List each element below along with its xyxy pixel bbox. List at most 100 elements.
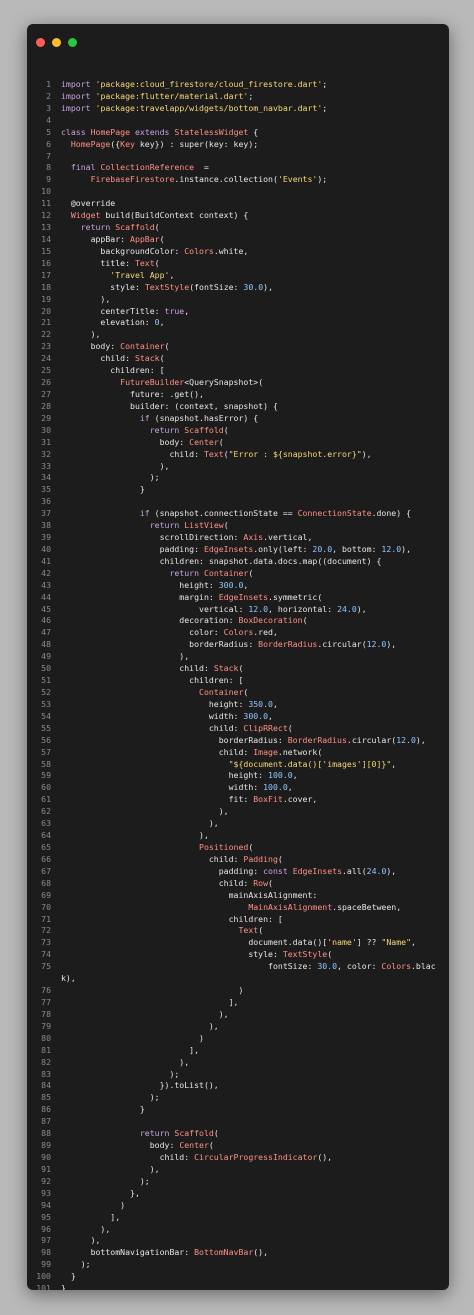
code-line: 84 }).toList(), [27, 1080, 449, 1092]
code-line: 16 title: Text( [27, 258, 449, 270]
line-number: 17 [41, 269, 51, 280]
code-line: 100 } [27, 1271, 449, 1283]
line-number: 76 [41, 985, 51, 996]
code-line: 61 fit: BoxFit.cover, [27, 794, 449, 806]
code-text: children: [ [61, 365, 165, 376]
code-line: 57 child: Image.network( [27, 747, 449, 759]
code-line: 66 child: Padding( [27, 854, 449, 866]
line-number: 22 [41, 329, 51, 340]
code-text: child: ClipRRect( [61, 722, 293, 733]
code-line: 9 FirebaseFirestore.instance.collection(… [27, 174, 449, 186]
code-line: 10 [27, 186, 449, 198]
line-number: 94 [41, 1199, 51, 1210]
code-text: k), [61, 973, 76, 984]
line-number: 87 [41, 1116, 51, 1127]
code-line: 76 ) [27, 985, 449, 997]
code-line: 51 children: [ [27, 675, 449, 687]
code-text: ), [61, 1056, 190, 1067]
line-number: 52 [41, 687, 51, 698]
code-line: 98 bottomNavigationBar: BottomNavBar(), [27, 1247, 449, 1259]
line-number: 26 [41, 377, 51, 388]
line-number: 7 [46, 150, 51, 161]
code-text: color: Colors.red, [61, 627, 278, 638]
line-number: 54 [41, 710, 51, 721]
code-text: }).toList(), [61, 1080, 219, 1091]
line-number: 101 [36, 1283, 51, 1290]
line-number: 41 [41, 555, 51, 566]
code-text: padding: EdgeInsets.only(left: 20.0, bot… [61, 543, 411, 554]
code-text: margin: EdgeInsets.symmetric( [61, 591, 323, 602]
code-text: borderRadius: BorderRadius.circular(12.0… [61, 639, 397, 650]
code-window: 1 import 'package:cloud_firestore/cloud_f… [27, 24, 449, 1290]
code-text: style: TextStyle( [61, 949, 333, 960]
line-number: 96 [41, 1223, 51, 1234]
line-number: 14 [41, 233, 51, 244]
code-text: child: Image.network( [61, 746, 323, 757]
line-number: 18 [41, 281, 51, 292]
code-line: 49 ), [27, 651, 449, 663]
line-number: 25 [41, 365, 51, 376]
code-line: 18 style: TextStyle(fontSize: 30.0), [27, 282, 449, 294]
code-line: 70 MainAxisAlignment.spaceBetween, [27, 902, 449, 914]
code-line: 72 Text( [27, 925, 449, 937]
line-number: 42 [41, 567, 51, 578]
code-text: builder: (context, snapshot) { [61, 400, 278, 411]
code-text: Text( [238, 925, 264, 936]
line-number: 93 [41, 1187, 51, 1198]
code-text: decoration: BoxDecoration( [61, 615, 308, 626]
code-text: Widget build(BuildContext context) { [70, 210, 249, 221]
minimize-button[interactable] [52, 38, 61, 47]
code-line: 28 builder: (context, snapshot) { [27, 401, 449, 413]
line-number: 1 [46, 79, 51, 89]
line-number: 9 [46, 174, 51, 185]
code-text: FirebaseFirestore.instance.collection('E… [90, 174, 328, 185]
line-number: 79 [41, 1020, 51, 1031]
zoom-button[interactable] [68, 38, 77, 47]
code-text: fontSize: 30.0, color: Colors.blac [61, 961, 436, 972]
line-number: 8 [46, 162, 51, 173]
code-text: appBar: AppBar( [61, 233, 165, 244]
line-number: 90 [41, 1151, 51, 1162]
line-number: 88 [41, 1128, 51, 1139]
code-text: width: 300.0, [61, 710, 273, 721]
code-line: 43 height: 300.0, [27, 580, 449, 592]
line-number: 34 [41, 472, 51, 483]
line-number: 62 [41, 806, 51, 817]
line-number: 91 [41, 1163, 51, 1174]
code-text: return Scaffold( [80, 222, 160, 233]
line-number: 51 [41, 675, 51, 686]
code-line: 63 ), [27, 818, 449, 830]
code-line: 85 ); [27, 1092, 449, 1104]
code-line: 94 ) [27, 1200, 449, 1212]
code-line: 17 'Travel App', [27, 270, 449, 282]
code-line: 90 child: CircularProgressIndicator(), [27, 1152, 449, 1164]
code-text: ); [61, 1175, 150, 1186]
code-line: 19 ), [27, 294, 449, 306]
line-number: 78 [41, 1008, 51, 1019]
code-line: 99 ); [27, 1259, 449, 1271]
code-line: 79 ), [27, 1021, 449, 1033]
code-text: children: snapshot.data.docs.map((docume… [61, 555, 382, 566]
code-text: ), [61, 1163, 160, 1174]
code-line: 48 borderRadius: BorderRadius.circular(1… [27, 639, 449, 651]
line-number: 97 [41, 1235, 51, 1246]
code-text: } [61, 484, 145, 495]
close-button[interactable] [36, 38, 45, 47]
code-line: 96 ), [27, 1224, 449, 1236]
code-text: ) [61, 1032, 204, 1043]
line-number: 21 [41, 317, 51, 328]
code-text: }, [61, 1187, 140, 1198]
code-text: FutureBuilder<QuerySnapshot>( [120, 377, 264, 388]
code-line: 27 future: .get(), [27, 389, 449, 401]
code-text: ); [61, 472, 160, 483]
code-line: 2 import 'package:flutter/material.dart'; [27, 91, 449, 103]
line-number: 47 [41, 627, 51, 638]
code-text: ], [61, 1211, 121, 1222]
line-number: 59 [41, 770, 51, 781]
line-number: 68 [41, 877, 51, 888]
code-line: 65 Positioned( [27, 842, 449, 854]
code-line: 56 borderRadius: BorderRadius.circular(1… [27, 735, 449, 747]
code-line: 20 centerTitle: true, [27, 306, 449, 318]
code-line: k), [27, 973, 449, 985]
line-number: 20 [41, 305, 51, 316]
